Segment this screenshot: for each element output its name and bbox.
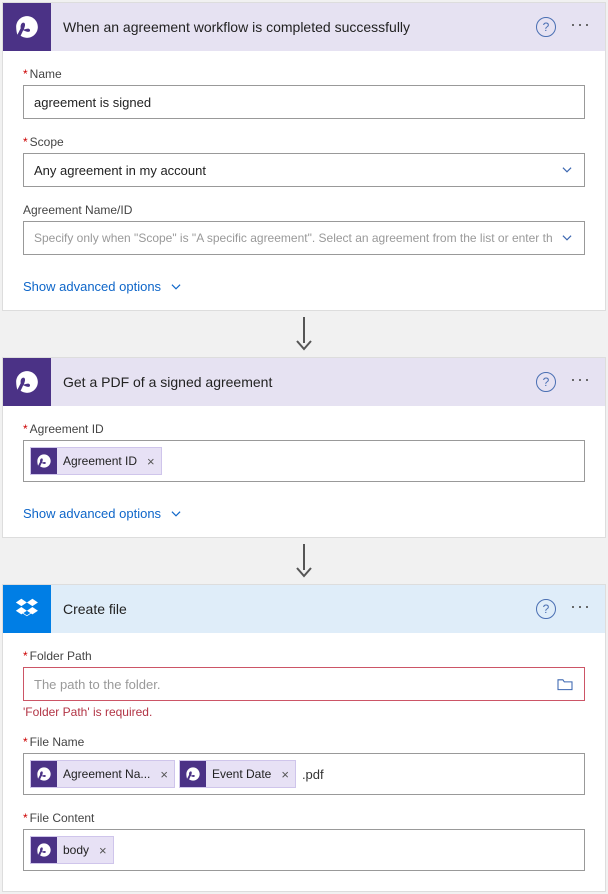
token-body[interactable]: body × — [30, 836, 114, 864]
agreement-field: Agreement Name/ID Specify only when "Sco… — [23, 203, 585, 255]
adobe-sign-icon — [31, 761, 57, 787]
connector-arrow-icon — [295, 317, 313, 351]
trigger-card: When an agreement workflow is completed … — [2, 2, 606, 311]
action-create-file-header[interactable]: Create file ? ··· — [3, 585, 605, 633]
folder-path-error: 'Folder Path' is required. — [23, 705, 585, 719]
token-label: body — [63, 843, 93, 857]
more-menu-icon[interactable]: ··· — [564, 19, 597, 35]
name-field: *Name — [23, 67, 585, 119]
filename-input[interactable]: Agreement Na... × Event Date × .pdf — [23, 753, 585, 795]
folder-path-label: *Folder Path — [23, 649, 585, 663]
agreement-label: Agreement Name/ID — [23, 203, 585, 217]
show-advanced-link[interactable]: Show advanced options — [3, 502, 183, 521]
folder-path-input[interactable]: The path to the folder. — [23, 667, 585, 701]
more-menu-icon[interactable]: ··· — [564, 601, 597, 617]
folder-picker-icon[interactable] — [556, 677, 574, 691]
agreement-id-label: *Agreement ID — [23, 422, 585, 436]
filename-field: *File Name Agreement Na... × Event Date … — [23, 735, 585, 795]
filecontent-field: *File Content body × — [23, 811, 585, 871]
token-event-date[interactable]: Event Date × — [179, 760, 296, 788]
action-pdf-header[interactable]: Get a PDF of a signed agreement ? ··· — [3, 358, 605, 406]
token-remove-icon[interactable]: × — [275, 767, 295, 782]
action-pdf-card: Get a PDF of a signed agreement ? ··· *A… — [2, 357, 606, 538]
show-advanced-link[interactable]: Show advanced options — [3, 275, 183, 294]
help-icon[interactable]: ? — [536, 599, 556, 619]
action-pdf-title: Get a PDF of a signed agreement — [51, 374, 536, 390]
scope-label: *Scope — [23, 135, 585, 149]
token-label: Event Date — [212, 767, 275, 781]
agreement-select[interactable]: Specify only when "Scope" is "A specific… — [23, 221, 585, 255]
trigger-header[interactable]: When an agreement workflow is completed … — [3, 3, 605, 51]
token-label: Agreement Na... — [63, 767, 154, 781]
trigger-body: *Name *Scope Any agreement in my account… — [3, 51, 605, 275]
chevron-down-icon — [169, 280, 183, 294]
token-remove-icon[interactable]: × — [93, 843, 113, 858]
agreement-id-input[interactable]: Agreement ID × — [23, 440, 585, 482]
help-icon[interactable]: ? — [536, 372, 556, 392]
filename-label: *File Name — [23, 735, 585, 749]
connector-arrow-icon — [295, 544, 313, 578]
chevron-down-icon — [560, 231, 574, 245]
agreement-placeholder: Specify only when "Scope" is "A specific… — [34, 231, 560, 245]
chevron-down-icon — [560, 163, 574, 177]
name-input[interactable] — [23, 85, 585, 119]
dropbox-icon — [3, 585, 51, 633]
more-menu-icon[interactable]: ··· — [564, 374, 597, 390]
scope-field: *Scope Any agreement in my account — [23, 135, 585, 187]
adobe-sign-icon — [3, 358, 51, 406]
agreement-id-field: *Agreement ID Agreement ID × — [23, 422, 585, 482]
help-icon[interactable]: ? — [536, 17, 556, 37]
scope-value: Any agreement in my account — [34, 163, 206, 178]
action-create-file-card: Create file ? ··· *Folder Path The path … — [2, 584, 606, 892]
chevron-down-icon — [169, 507, 183, 521]
token-agreement-name[interactable]: Agreement Na... × — [30, 760, 175, 788]
token-remove-icon[interactable]: × — [154, 767, 174, 782]
file-extension: .pdf — [302, 767, 324, 782]
adobe-sign-icon — [3, 3, 51, 51]
action-create-file-body: *Folder Path The path to the folder. 'Fo… — [3, 633, 605, 891]
filecontent-input[interactable]: body × — [23, 829, 585, 871]
folder-path-placeholder: The path to the folder. — [34, 677, 160, 692]
token-remove-icon[interactable]: × — [141, 454, 161, 469]
token-label: Agreement ID — [63, 454, 141, 468]
adobe-sign-icon — [31, 837, 57, 863]
filecontent-label: *File Content — [23, 811, 585, 825]
adobe-sign-icon — [180, 761, 206, 787]
name-label: *Name — [23, 67, 585, 81]
token-agreement-id[interactable]: Agreement ID × — [30, 447, 162, 475]
action-pdf-body: *Agreement ID Agreement ID × — [3, 406, 605, 502]
adobe-sign-icon — [31, 448, 57, 474]
folder-path-field: *Folder Path The path to the folder. 'Fo… — [23, 649, 585, 719]
action-create-file-title: Create file — [51, 601, 536, 617]
trigger-title: When an agreement workflow is completed … — [51, 19, 536, 35]
scope-select[interactable]: Any agreement in my account — [23, 153, 585, 187]
